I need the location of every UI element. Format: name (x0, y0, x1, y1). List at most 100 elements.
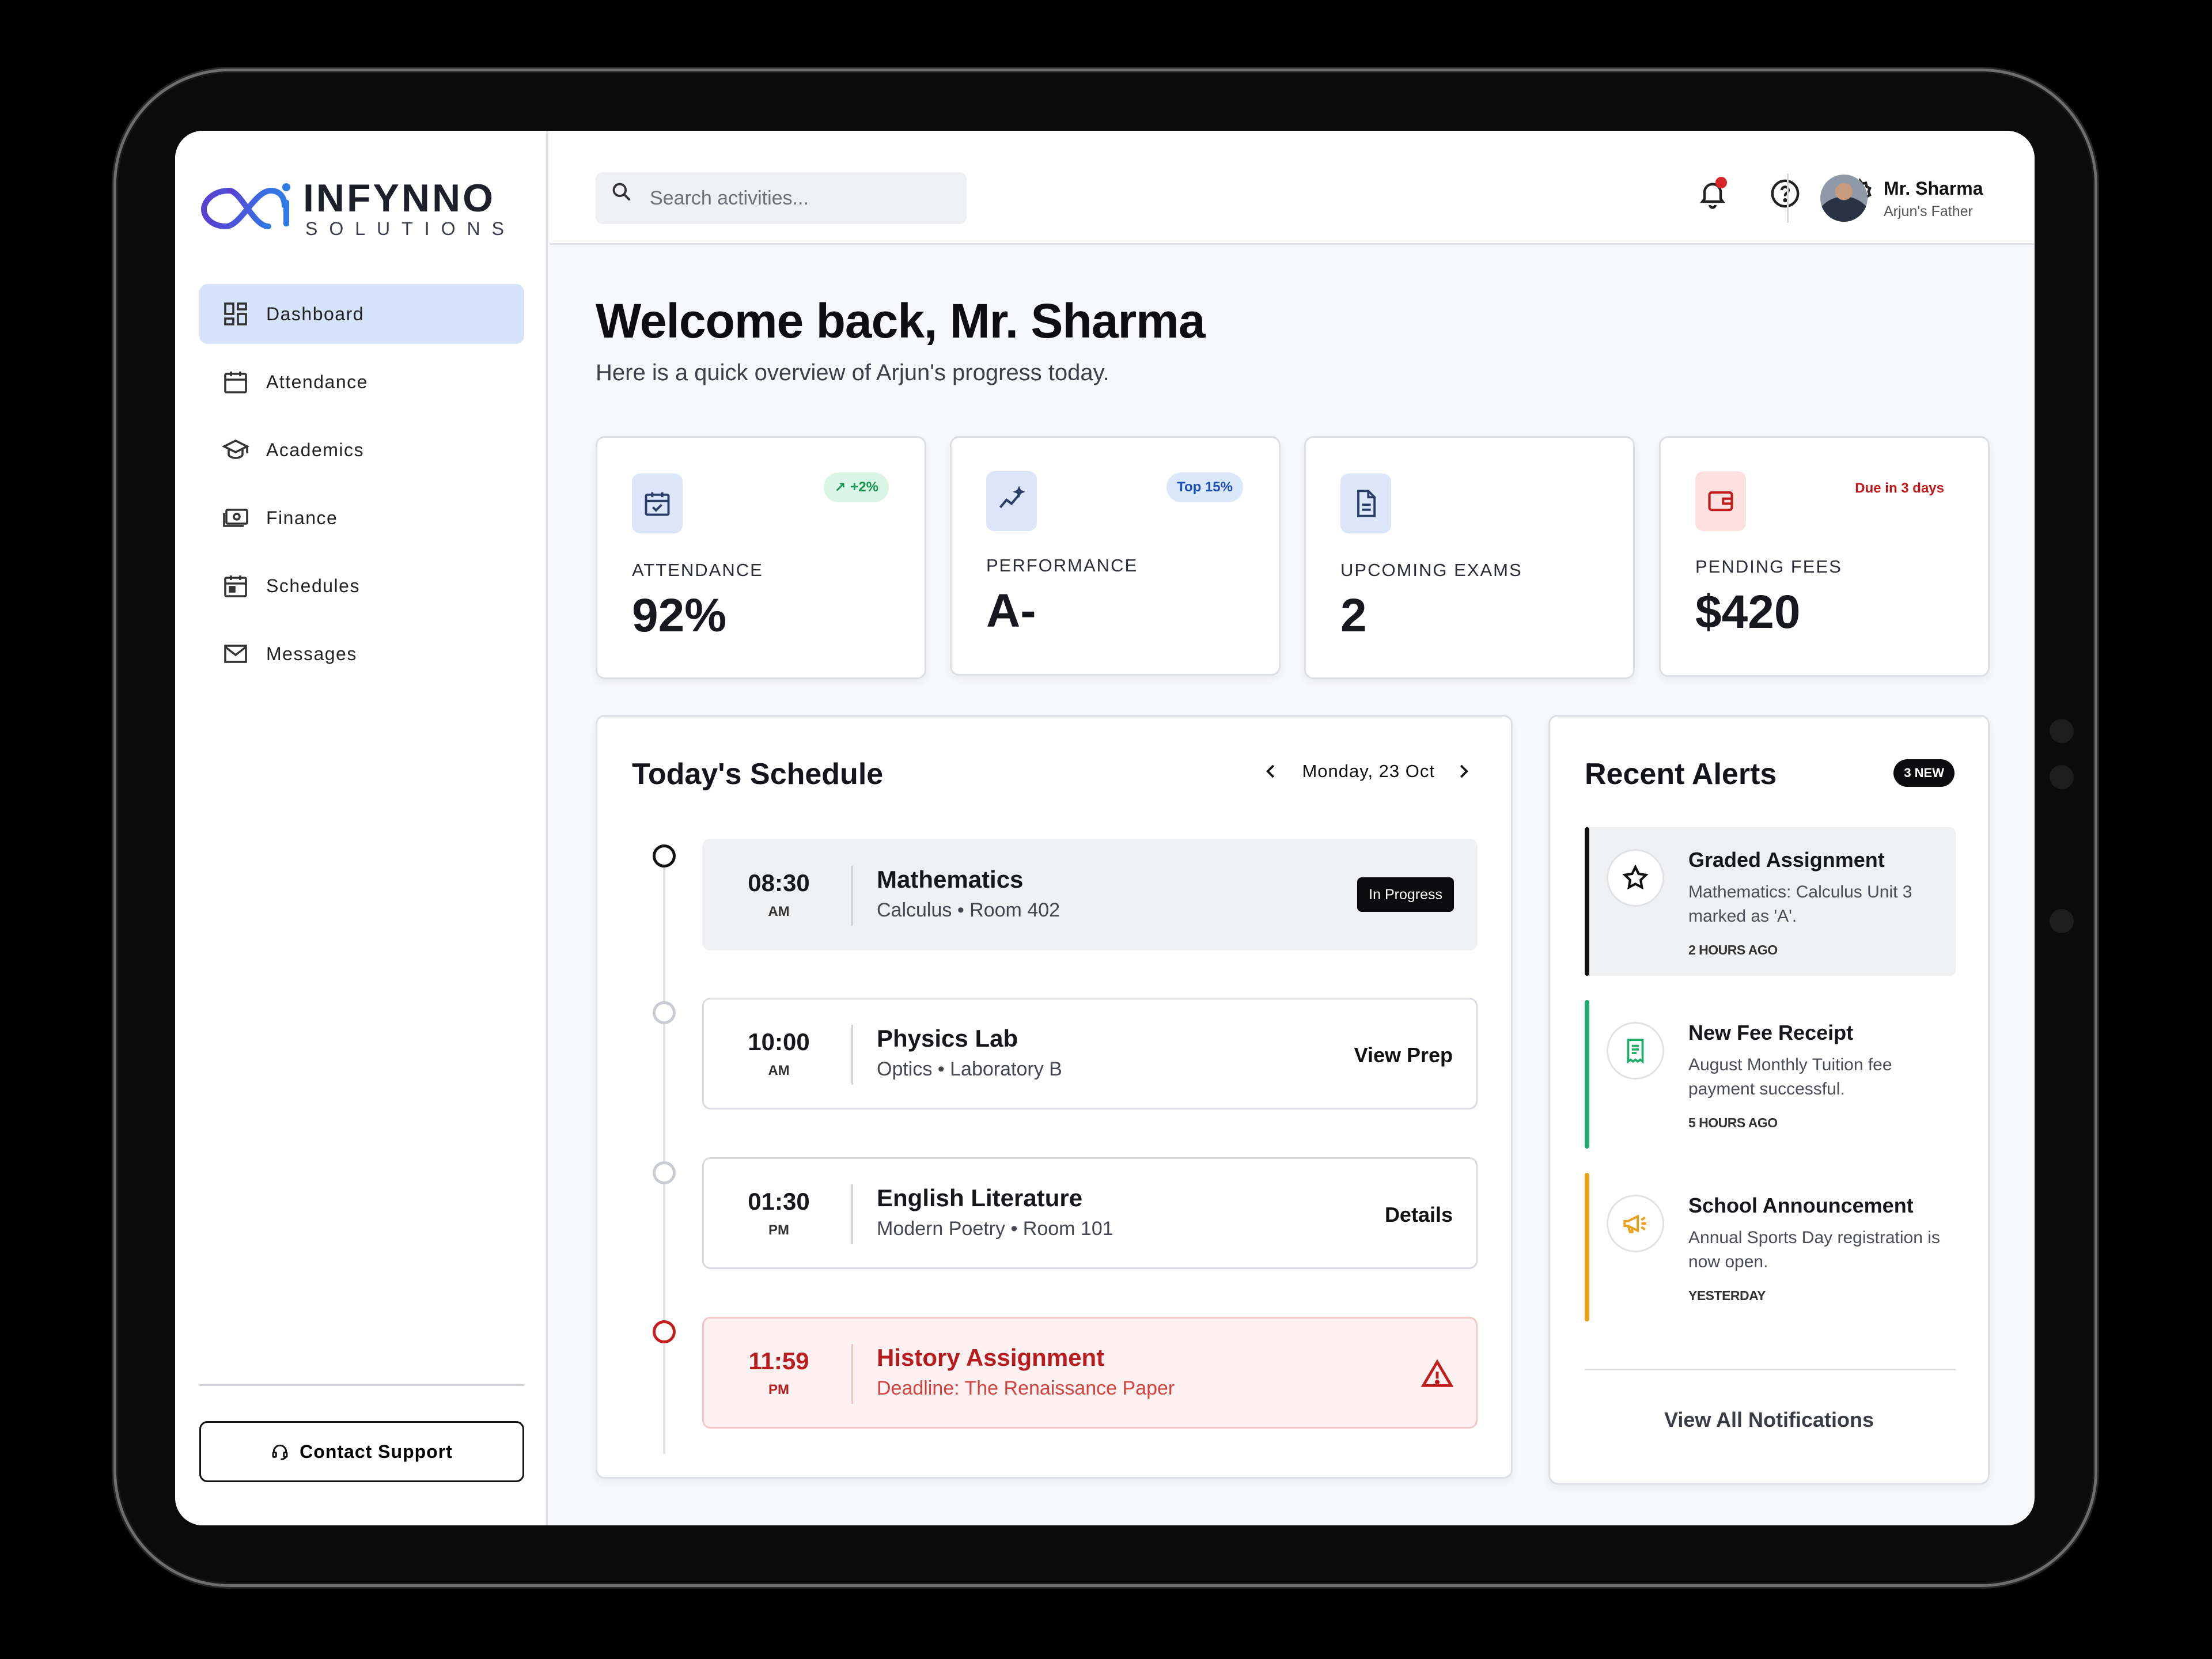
search-input[interactable] (650, 187, 949, 210)
schedule-item[interactable]: 10:00 AM Physics Lab Optics • Laboratory… (702, 998, 1478, 1109)
slot-detail: Optics • Laboratory B (877, 1058, 1062, 1080)
stat-label: UPCOMING EXAMS (1340, 560, 1522, 580)
slot-detail: Modern Poetry • Room 101 (877, 1218, 1113, 1240)
user-role: Arjun's Father (1884, 203, 1973, 219)
dashboard-grid-icon (221, 300, 250, 328)
star-icon (1607, 849, 1664, 907)
slot-subject: Physics Lab (877, 1025, 1018, 1052)
slot-ampm: AM (768, 1063, 790, 1078)
notification-dot (1715, 177, 1727, 188)
cash-icon (221, 503, 250, 532)
view-prep-button[interactable]: View Prep (1354, 1043, 1453, 1067)
sidebar-item-academics[interactable]: Academics (199, 420, 524, 480)
slot-time: 08:30 (748, 869, 810, 896)
sidebar-item-schedules[interactable]: Schedules (199, 556, 524, 616)
slot-subject: English Literature (877, 1184, 1083, 1211)
trend-up-icon: ↗ (834, 479, 846, 495)
sidebar-item-finance[interactable]: Finance (199, 488, 524, 548)
sidebar-item-dashboard[interactable]: Dashboard (199, 284, 524, 344)
contact-support-button[interactable]: Contact Support (199, 1421, 524, 1482)
alert-time: 2 HOURS AGO (1688, 942, 1778, 957)
search-bar[interactable] (596, 172, 967, 224)
sidebar-item-label: Messages (266, 643, 357, 664)
wallet-icon (1695, 471, 1746, 531)
slot-separator (851, 1025, 853, 1085)
alert-title: Graded Assignment (1688, 848, 1885, 872)
schedule-card: Today's Schedule Monday, 23 Oct 08:30 AM… (596, 715, 1513, 1479)
graduation-cap-icon (221, 435, 250, 464)
slot-detail: Deadline: The Renaissance Paper (877, 1377, 1175, 1399)
stat-label: PENDING FEES (1695, 556, 1842, 577)
next-day-button[interactable] (1450, 758, 1476, 785)
infinity-logo-icon (200, 183, 290, 230)
slot-ampm: PM (768, 1222, 789, 1238)
page-title: Welcome back, Mr. Sharma (596, 294, 1206, 348)
avatar[interactable] (1820, 175, 1868, 222)
alert-title: School Announcement (1688, 1194, 1914, 1217)
timeline-dot-alert (653, 1320, 676, 1343)
view-all-notifications-link[interactable]: View All Notifications (1550, 1408, 1988, 1432)
document-icon (1340, 474, 1391, 533)
page-subtitle: Here is a quick overview of Arjun's prog… (596, 360, 1109, 385)
receipt-icon (1607, 1022, 1664, 1080)
stat-value: 2 (1340, 589, 1367, 642)
slot-separator (851, 866, 853, 926)
calendar-day-icon (221, 571, 250, 600)
brand-tagline: SOLUTIONS (305, 218, 516, 239)
schedule-date: Monday, 23 Oct (1302, 761, 1435, 781)
schedule-item-alert[interactable]: 11:59 PM History Assignment Deadline: Th… (702, 1317, 1478, 1429)
alert-accent-bar (1585, 1173, 1589, 1321)
chevron-left-icon (1266, 764, 1275, 778)
alert-item[interactable]: New Fee Receipt August Monthly Tuition f… (1585, 1000, 1956, 1149)
stat-card-attendance[interactable]: ↗ +2% ATTENDANCE 92% (596, 436, 926, 679)
due-badge: Due in 3 days (1855, 480, 1944, 496)
date-navigator: Monday, 23 Oct (1258, 758, 1476, 785)
stat-card-fees[interactable]: Due in 3 days PENDING FEES $420 (1659, 436, 1990, 677)
sidebar-nav: Dashboard Attendance Academics Finance S… (199, 284, 524, 692)
alert-body: Mathematics: Calculus Unit 3 marked as '… (1688, 882, 1912, 926)
schedule-title: Today's Schedule (632, 757, 884, 791)
alert-accent-bar (1585, 1000, 1589, 1149)
slot-time: 10:00 (748, 1028, 810, 1055)
slot-time: 11:59 (748, 1347, 809, 1374)
status-badge: In Progress (1357, 877, 1454, 912)
mail-icon (221, 639, 250, 668)
alert-item[interactable]: Graded Assignment Mathematics: Calculus … (1585, 827, 1956, 976)
chevron-right-icon (1460, 764, 1468, 778)
user-name: Mr. Sharma (1884, 178, 1983, 199)
schedule-item[interactable]: 01:30 PM English Literature Modern Poetr… (702, 1157, 1478, 1269)
rank-badge: Top 15% (1166, 472, 1243, 502)
slot-ampm: PM (768, 1382, 789, 1397)
stat-card-performance[interactable]: Top 15% PERFORMANCE A- (950, 436, 1281, 676)
headset-icon (272, 1444, 288, 1460)
sparkle-trend-icon (986, 471, 1037, 531)
sidebar-divider (199, 1384, 524, 1386)
help-button[interactable] (1766, 175, 1804, 213)
sidebar-item-attendance[interactable]: Attendance (199, 352, 524, 412)
brand-name: INFYNNO (303, 176, 495, 220)
slot-time: 01:30 (748, 1188, 810, 1215)
trend-badge: ↗ +2% (824, 472, 889, 502)
details-button[interactable]: Details (1385, 1203, 1453, 1227)
alert-body: August Monthly Tuition fee payment succe… (1688, 1055, 1892, 1099)
timeline-line (663, 855, 665, 1454)
brand-logo[interactable]: INFYNNO SOLUTIONS (200, 176, 504, 239)
new-count-badge: 3 NEW (1893, 759, 1955, 787)
camera-dot (2050, 719, 2074, 743)
alert-accent-bar (1585, 827, 1589, 976)
stat-card-exams[interactable]: UPCOMING EXAMS 2 (1304, 436, 1635, 679)
alert-item[interactable]: School Announcement Annual Sports Day re… (1585, 1173, 1956, 1321)
slot-detail: Calculus • Room 402 (877, 899, 1060, 921)
alerts-card: Recent Alerts 3 NEW Graded Assignment Ma… (1548, 715, 1990, 1484)
slot-subject: History Assignment (877, 1344, 1105, 1371)
sidebar-item-label: Academics (266, 439, 364, 460)
schedule-item[interactable]: 08:30 AM Mathematics Calculus • Room 402… (702, 839, 1478, 950)
calendar-icon (221, 368, 250, 396)
calendar-check-icon (632, 474, 683, 533)
notifications-button[interactable] (1694, 175, 1732, 213)
previous-day-button[interactable] (1258, 758, 1285, 785)
timeline-dot (653, 1001, 676, 1024)
sidebar-item-messages[interactable]: Messages (199, 624, 524, 684)
stat-value: 92% (632, 589, 727, 642)
notifications-button[interactable] (1732, 287, 1770, 325)
